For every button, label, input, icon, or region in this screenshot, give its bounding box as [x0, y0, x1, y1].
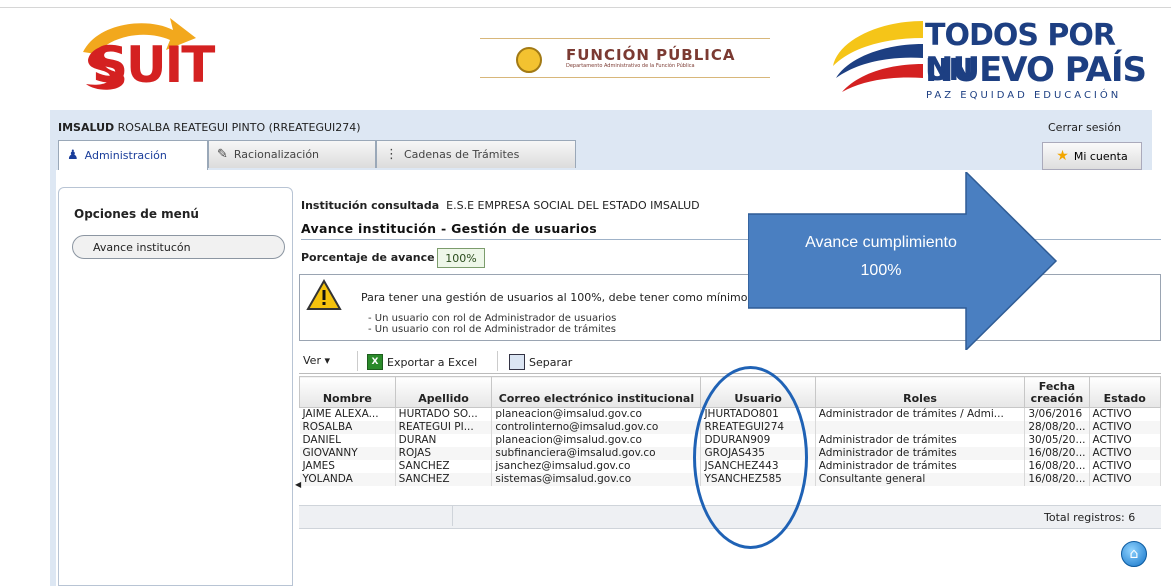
top-divider [0, 7, 1171, 8]
annotation-text: Avance cumplimiento [805, 234, 957, 251]
tab-administracion[interactable]: ♟ Administración [58, 140, 208, 170]
cell-nombre: ROSALBA [299, 421, 396, 434]
sidebar-item-avance[interactable]: Avance institucón [72, 235, 285, 259]
excel-icon: X [367, 354, 383, 370]
cell-fecha: 16/08/20... [1024, 473, 1090, 486]
institution-label: Institución consultada [301, 199, 440, 212]
cell-fecha: 3/06/2016 [1024, 407, 1090, 421]
export-label: Exportar a Excel [387, 355, 478, 369]
cell-apellido: DURAN [395, 434, 493, 447]
cell-estado: ACTIVO [1089, 447, 1161, 460]
cell-estado: ACTIVO [1089, 421, 1161, 434]
user-name: ROSALBA REATEGUI PINTO (RREATEGUI274) [117, 121, 361, 134]
column-header-nombre[interactable]: Nombre [299, 376, 396, 408]
cell-fecha: 16/08/20... [1024, 447, 1090, 460]
logout-link[interactable]: Cerrar sesión [1048, 121, 1121, 134]
view-menu-button[interactable]: Ver ▾ [303, 354, 330, 367]
institution-info: Institución consultada E.S.E EMPRESA SOC… [301, 199, 700, 212]
funcion-publica-title: FUNCIÓN PÚBLICA [566, 46, 736, 64]
collapse-sidebar-handle[interactable]: ◀ [295, 480, 301, 492]
cell-nombre: JAMES [299, 460, 396, 473]
cell-estado: ACTIVO [1089, 473, 1161, 486]
my-account-button[interactable]: ★ Mi cuenta [1042, 142, 1142, 170]
cell-correo: jsanchez@imsalud.gov.co [491, 460, 702, 473]
cell-fecha: 16/08/20... [1024, 460, 1090, 473]
tab-label: Cadenas de Trámites [404, 148, 520, 161]
export-excel-button[interactable]: X Exportar a Excel [367, 354, 477, 370]
cell-fecha: 28/08/20... [1024, 421, 1090, 434]
highlight-ellipse [693, 366, 808, 549]
detach-button[interactable]: Separar [509, 354, 572, 370]
annotation-arrow [748, 172, 1058, 350]
page-title: Avance institución - Gestión de usuarios [301, 221, 597, 236]
suit-logo-text: SUIT [92, 36, 215, 94]
cell-nombre: YOLANDA [299, 473, 396, 486]
cell-nombre: JAIME ALEXA... [299, 407, 396, 421]
cell-fecha: 30/05/20... [1024, 434, 1090, 447]
column-header-fecha[interactable]: Fecha creación [1024, 376, 1090, 408]
cell-nombre: GIOVANNY [299, 447, 396, 460]
cell-roles: Administrador de trámites [815, 434, 1026, 447]
my-account-label: Mi cuenta [1073, 149, 1128, 163]
cell-roles: Administrador de trámites [815, 447, 1026, 460]
cell-apellido: ROJAS [395, 447, 493, 460]
warning-icon [306, 279, 342, 310]
cell-nombre: DANIEL [299, 434, 396, 447]
cell-correo: controlinterno@imsalud.gov.co [491, 421, 702, 434]
column-header-apellido[interactable]: Apellido [394, 376, 493, 408]
detach-icon [509, 354, 525, 370]
percentage-badge: 100% [437, 248, 485, 268]
annotation-value: 100% [860, 262, 902, 279]
institution-value: E.S.E EMPRESA SOCIAL DEL ESTADO IMSALUD [446, 199, 700, 212]
home-icon[interactable]: ⌂ [1121, 541, 1147, 567]
tpn-slogan: PAZ EQUIDAD EDUCACIÓN [926, 90, 1122, 101]
column-header-estado[interactable]: Estado [1088, 376, 1161, 408]
total-records: Total registros: 6 [1044, 511, 1136, 524]
tpn-title-line2: NUEVO PAÍS [925, 50, 1147, 90]
sidebar-title: Opciones de menú [74, 207, 199, 221]
tab-label: Administración [84, 149, 167, 162]
users-icon: ♟ [67, 148, 79, 163]
notice-requirement: - Un usuario con rol de Administrador de… [368, 313, 617, 324]
cell-roles [815, 421, 1026, 434]
cell-estado: ACTIVO [1089, 407, 1161, 421]
cell-estado: ACTIVO [1089, 434, 1161, 447]
toolbar-separator [497, 351, 498, 371]
column-header-correo[interactable]: Correo electrónico institucional [491, 376, 702, 408]
tab-label: Racionalización [233, 148, 320, 161]
cell-apellido: SANCHEZ [395, 473, 493, 486]
funcion-publica-subtitle: Departamento Administrativo de la Funció… [566, 63, 695, 69]
star-icon: ★ [1056, 148, 1069, 164]
chain-icon: ⋮ [385, 147, 398, 162]
cell-apellido: REATEGUI PI... [395, 421, 493, 434]
cell-estado: ACTIVO [1089, 460, 1161, 473]
tpn-logo-swoosh [833, 21, 923, 92]
notice-requirement: - Un usuario con rol de Administrador de… [368, 324, 617, 335]
user-org: IMSALUD [58, 121, 115, 134]
detach-label: Separar [529, 355, 573, 369]
toolbar-separator [357, 351, 358, 371]
cell-apellido: HURTADO SO... [395, 407, 493, 421]
user-info: IMSALUD ROSALBA REATEGUI PINTO (RREATEGU… [58, 121, 361, 134]
percentage-label: Porcentaje de avance [301, 251, 435, 264]
cell-correo: planeacion@imsalud.gov.co [491, 434, 702, 447]
cell-apellido: SANCHEZ [395, 460, 493, 473]
grid-footer-divider [452, 506, 453, 526]
tab-racionalizacion[interactable]: ✎ Racionalización [208, 140, 376, 168]
coat-of-arms-icon [516, 47, 542, 73]
cell-roles: Consultante general [815, 473, 1026, 486]
cell-roles: Administrador de trámites [815, 460, 1026, 473]
cell-correo: sistemas@imsalud.gov.co [491, 473, 702, 486]
edit-icon: ✎ [217, 147, 228, 162]
cell-roles: Administrador de trámites / Admi... [815, 407, 1026, 421]
column-header-roles[interactable]: Roles [814, 376, 1026, 408]
cell-correo: subfinanciera@imsalud.gov.co [491, 447, 702, 460]
cell-correo: planeacion@imsalud.gov.co [491, 407, 702, 421]
tab-cadenas-tramites[interactable]: ⋮ Cadenas de Trámites [376, 140, 576, 168]
notice-text: Para tener una gestión de usuarios al 10… [361, 291, 752, 304]
